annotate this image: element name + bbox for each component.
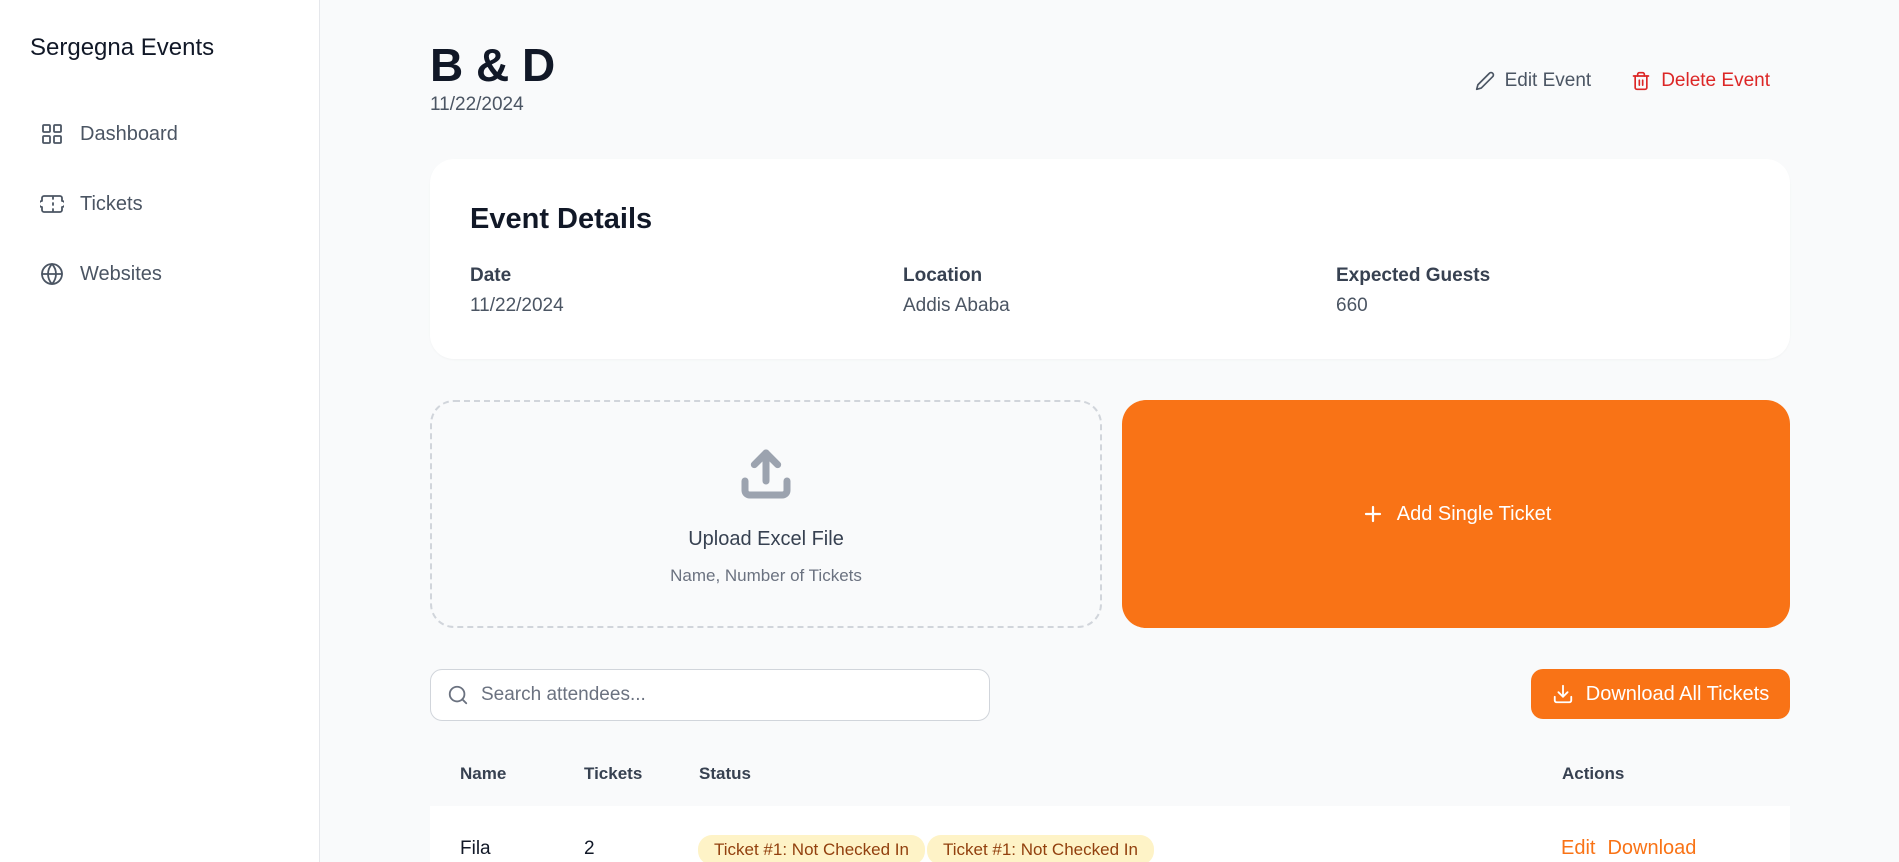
sidebar: Sergegna Events Dashboard Tickets Websit…	[0, 0, 320, 862]
download-row-link[interactable]: Download	[1607, 837, 1696, 860]
download-all-tickets-button[interactable]: Download All Tickets	[1531, 669, 1790, 719]
status-badge: Ticket #1: Not Checked In	[698, 835, 925, 862]
edit-event-label: Edit Event	[1504, 70, 1592, 91]
cell-tickets: 2	[584, 838, 595, 859]
detail-location: Location Addis Ababa	[903, 265, 1010, 317]
edit-row-link[interactable]: Edit	[1561, 837, 1595, 860]
trash-icon	[1632, 71, 1650, 91]
delete-event-label: Delete Event	[1661, 70, 1770, 91]
cell-name: Fila	[460, 838, 491, 859]
column-header-tickets: Tickets	[584, 764, 643, 783]
upload-title: Upload Excel File	[688, 528, 844, 550]
search-input[interactable]	[481, 684, 961, 706]
sidebar-nav: Dashboard Tickets Websites	[40, 116, 178, 326]
grid-icon	[42, 124, 62, 144]
edit-event-button[interactable]: Edit Event	[1455, 66, 1612, 96]
search-box	[430, 669, 990, 721]
header-actions: Edit Event Delete Event	[1455, 66, 1790, 96]
delete-event-button[interactable]: Delete Event	[1611, 66, 1790, 96]
column-header-name: Name	[460, 764, 507, 783]
cell-actions: Edit Download	[1561, 837, 1696, 860]
brand-title: Sergegna Events	[30, 34, 215, 61]
add-single-ticket-label: Add Single Ticket	[1396, 502, 1552, 525]
detail-date-value: 11/22/2024	[470, 295, 564, 316]
event-date: 11/22/2024	[430, 94, 524, 115]
detail-guests: Expected Guests 660	[1336, 265, 1490, 317]
sidebar-item-tickets[interactable]: Tickets	[40, 186, 178, 222]
ticket-icon	[40, 195, 64, 213]
sidebar-item-label: Websites	[80, 262, 162, 285]
upload-excel-dropzone[interactable]: Upload Excel File Name, Number of Ticket…	[430, 400, 1102, 628]
upload-subtitle: Name, Number of Tickets	[670, 566, 862, 585]
sidebar-item-websites[interactable]: Websites	[40, 256, 178, 292]
search-icon	[448, 685, 468, 705]
sidebar-item-dashboard[interactable]: Dashboard	[40, 116, 178, 152]
download-all-label: Download All Tickets	[1585, 682, 1770, 705]
page-title: B & D	[430, 39, 556, 91]
event-details-title: Event Details	[470, 203, 653, 235]
cell-status: Ticket #1: Not Checked In Ticket #1: Not…	[698, 835, 1154, 862]
detail-guests-value: 660	[1336, 295, 1368, 316]
detail-location-label: Location	[903, 265, 983, 286]
event-details-card: Event Details Date 11/22/2024 Location A…	[430, 159, 1790, 359]
pencil-icon	[1475, 71, 1494, 91]
detail-date: Date 11/22/2024	[470, 265, 564, 317]
column-header-status: Status	[699, 764, 751, 783]
sidebar-item-label: Tickets	[80, 192, 143, 215]
detail-guests-label: Expected Guests	[1336, 265, 1491, 286]
download-icon	[1553, 684, 1572, 704]
column-header-actions: Actions	[1562, 764, 1625, 783]
status-badge: Ticket #1: Not Checked In	[926, 835, 1154, 862]
upload-icon	[738, 446, 794, 507]
globe-icon	[41, 263, 63, 285]
sidebar-item-label: Dashboard	[80, 122, 178, 145]
plus-icon	[1364, 505, 1381, 523]
add-single-ticket-button[interactable]: Add Single Ticket	[1122, 400, 1790, 628]
detail-date-label: Date	[470, 265, 512, 286]
detail-location-value: Addis Ababa	[903, 295, 1010, 316]
